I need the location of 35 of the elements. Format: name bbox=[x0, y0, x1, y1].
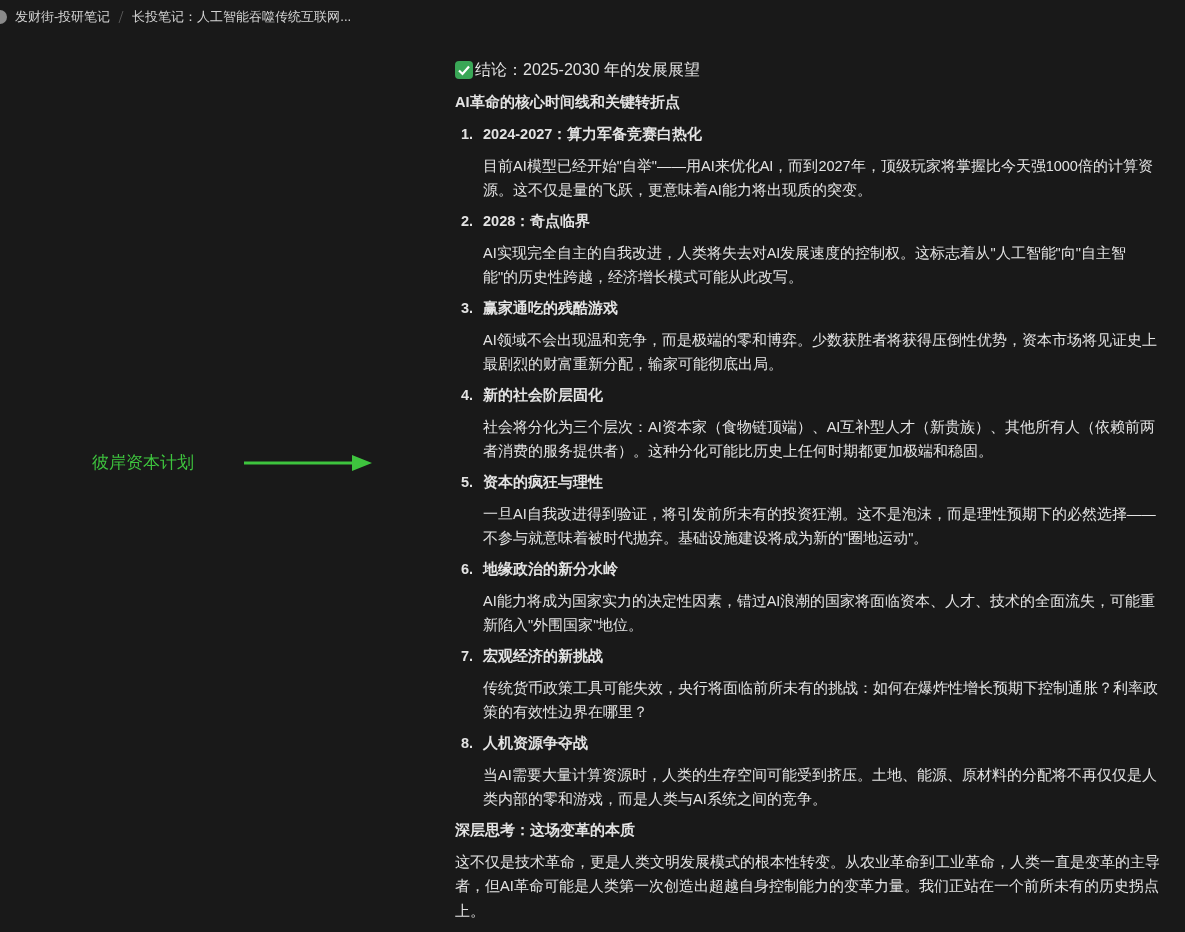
list-number: 4. bbox=[460, 385, 475, 405]
item-paragraph: 目前AI模型已经开始"自举"——用AI来优化AI，而到2027年，顶级玩家将掌握比今天强1000倍的计算资源。这不仅是量的飞跃，更意味着AI能力将出现质的突变。 bbox=[483, 156, 1154, 200]
closing-paragraph: 这不仅是技术革命，更是人类文明发展模式的根本性转变。从农业革命到工业革命，人类一直是变革的主导者，但AI革命可能是人类第一次创造出超越自身控制能力的变革力量。我们正站在一个前所未有的历史拐点上。 bbox=[455, 852, 1160, 921]
item-heading: 人机资源争夺战 bbox=[483, 733, 588, 753]
annotation-label: 彼岸资本计划 bbox=[92, 452, 194, 475]
separator-icon bbox=[118, 11, 125, 23]
breadcrumb-item[interactable]: 长投笔记：人工智能吞噬传统互联网... bbox=[132, 7, 352, 27]
subtitle: AI革命的核心时间线和关键转折点 bbox=[455, 93, 681, 112]
item-paragraph: AI领域不会出现温和竞争，而是极端的零和博弈。少数获胜者将获得压倒性优势，资本市场将见证史上最剧烈的财富重新分配，输家可能彻底出局。 bbox=[483, 330, 1158, 374]
item-heading: 宏观经济的新挑战 bbox=[483, 646, 603, 666]
item-heading: 2028：奇点临界 bbox=[483, 211, 591, 231]
item-paragraph: 传统货币政策工具可能失效，央行将面临前所未有的挑战：如何在爆炸性增长预期下控制通胀？利率政策的有效性边界在哪里？ bbox=[483, 678, 1159, 722]
item-heading: 赢家通吃的残酷游戏 bbox=[483, 298, 618, 318]
item-heading: 新的社会阶层固化 bbox=[483, 385, 603, 405]
list-number: 5. bbox=[460, 472, 475, 492]
list-number: 2. bbox=[460, 211, 475, 231]
item-heading: 资本的疯狂与理性 bbox=[483, 472, 603, 492]
avatar-icon bbox=[0, 10, 7, 24]
item-paragraph: 社会将分化为三个层次：AI资本家（食物链顶端）、AI互补型人才（新贵族）、其他所有人（依赖前两者消费的服务提供者）。这种分化可能比历史上任何时期都更加极端和稳固。 bbox=[483, 417, 1157, 461]
item-paragraph: 当AI需要大量计算资源时，人类的生存空间可能受到挤压。土地、能源、原材料的分配将不再仅仅是人类内部的零和游戏，而是人类与AI系统之间的竞争。 bbox=[483, 765, 1158, 809]
breadcrumb-item[interactable]: 发财街-投研笔记 bbox=[15, 7, 111, 27]
item-paragraph: AI能力将成为国家实力的决定性因素，错过AI浪潮的国家将面临资本、人才、技术的全面流失，可能重新陷入"外围国家"地位。 bbox=[483, 591, 1157, 635]
section-title: 结论：2025-2030 年的发展展望 bbox=[475, 60, 700, 80]
item-paragraph: AI实现完全自主的自我改进，人类将失去对AI发展速度的控制权。这标志着从"人工智能"向"自主智能"的历史性跨越，经济增长模式可能从此改写。 bbox=[483, 243, 1127, 287]
closing-heading: 深层思考：这场变革的本质 bbox=[455, 820, 636, 840]
list-number: 7. bbox=[460, 646, 475, 666]
item-heading: 地缘政治的新分水岭 bbox=[483, 559, 618, 579]
checkmark-icon bbox=[455, 61, 473, 79]
list-number: 6. bbox=[460, 559, 475, 579]
list-number: 3. bbox=[460, 298, 475, 318]
list-number: 1. bbox=[460, 124, 475, 144]
list-number: 8. bbox=[460, 733, 475, 753]
arrow-icon bbox=[244, 454, 372, 472]
item-paragraph: 一旦AI自我改进得到验证，将引发前所未有的投资狂潮。这不是泡沫，而是理性预期下的必然选择——不参与就意味着被时代抛弃。基础设施建设将成为新的"圈地运动"。 bbox=[483, 504, 1157, 548]
item-heading: 2024-2027：算力军备竞赛白热化 bbox=[483, 124, 703, 144]
